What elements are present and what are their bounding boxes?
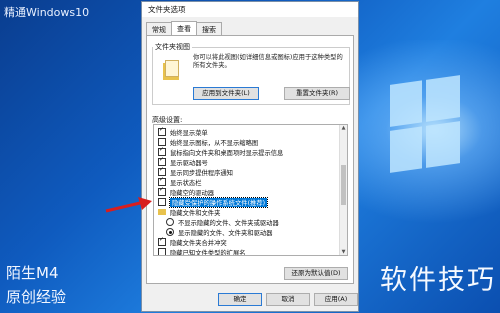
restore-defaults-button[interactable]: 还原为默认值(D) [284, 267, 348, 280]
setting-label: 隐藏空的驱动器 [170, 189, 215, 197]
setting-label: 显示同步提供程序通知 [170, 169, 233, 177]
setting-row[interactable]: 显示隐藏的文件、文件夹和驱动器 [166, 227, 272, 237]
setting-radio[interactable] [166, 228, 174, 236]
scroll-up-icon[interactable]: ▲ [340, 125, 347, 131]
setting-row[interactable]: 显示驱动器号 [158, 156, 208, 167]
dialog-title: 文件夹选项 [148, 5, 186, 14]
view-tab-panel: 你可以将此视图(如详细信息或图标)应用于这种类型的所有文件夹。 应用到文件夹(L… [146, 35, 354, 284]
setting-row[interactable]: 隐藏空的驱动器 [158, 186, 215, 197]
setting-label: 显示隐藏的文件、文件夹和驱动器 [178, 229, 273, 237]
setting-checkbox[interactable] [158, 198, 166, 206]
advanced-settings-scrollbar[interactable]: ▲ ▼ [339, 125, 347, 255]
ok-button[interactable]: 确定 [218, 293, 262, 306]
watermark-bottom-left-1: 陌生M4 [6, 264, 59, 282]
folder-views-title: 文件夹视图 [153, 42, 192, 52]
setting-checkbox[interactable] [158, 166, 166, 176]
watermark-bottom-left-2: 原创经验 [6, 288, 67, 306]
setting-row[interactable]: 显示状态栏 [158, 176, 202, 187]
dialog-title-bar[interactable]: 文件夹选项 [142, 2, 358, 17]
setting-label: 始终显示菜单 [170, 129, 208, 137]
setting-label: 鼠标指向文件夹和桌面项时显示提示信息 [170, 149, 284, 157]
setting-label: 隐藏受保护的操作系统文件(推荐) [168, 196, 269, 208]
scroll-thumb[interactable] [341, 165, 346, 205]
watermark-bottom-right: 软件技巧 [380, 265, 496, 296]
setting-checkbox[interactable] [158, 236, 166, 246]
setting-row[interactable]: 隐藏文件夹合并冲突 [158, 236, 227, 247]
folder-icon [158, 209, 166, 215]
reset-folders-button[interactable]: 重置文件夹(R) [284, 87, 350, 100]
setting-checkbox[interactable] [158, 176, 166, 186]
setting-row[interactable]: 隐藏文件和文件夹 [158, 207, 220, 217]
setting-label: 显示状态栏 [170, 179, 202, 187]
windows-logo-icon [390, 75, 460, 175]
setting-label: 隐藏已知文件类型的扩展名 [170, 249, 246, 256]
cancel-button[interactable]: 取消 [266, 293, 310, 306]
setting-checkbox[interactable] [158, 126, 166, 136]
setting-row[interactable]: 隐藏已知文件类型的扩展名 [158, 247, 246, 256]
setting-radio[interactable] [166, 218, 174, 226]
setting-checkbox[interactable] [158, 248, 166, 255]
red-arrow-icon [105, 197, 152, 213]
setting-checkbox[interactable] [158, 186, 166, 196]
setting-row[interactable]: 显示同步提供程序通知 [158, 166, 233, 177]
apply-to-folders-button[interactable]: 应用到文件夹(L) [193, 87, 259, 100]
scroll-down-icon[interactable]: ▼ [340, 249, 347, 255]
setting-label: 不显示隐藏的文件、文件夹或驱动器 [178, 219, 279, 227]
setting-row[interactable]: 隐藏受保护的操作系统文件(推荐) [158, 196, 269, 208]
watermark-top-left: 精通Windows10 [4, 6, 90, 19]
folder-views-group: 你可以将此视图(如详细信息或图标)应用于这种类型的所有文件夹。 应用到文件夹(L… [152, 47, 350, 105]
setting-label: 隐藏文件和文件夹 [170, 209, 221, 217]
setting-checkbox[interactable] [158, 138, 166, 146]
folder-views-description: 你可以将此视图(如详细信息或图标)应用于这种类型的所有文件夹。 [193, 54, 343, 69]
setting-row[interactable]: 鼠标指向文件夹和桌面项时显示提示信息 [158, 146, 284, 157]
folder-view-icon [163, 60, 179, 80]
setting-label: 显示驱动器号 [170, 159, 208, 167]
setting-label: 隐藏文件夹合并冲突 [170, 239, 227, 247]
folder-options-dialog: 文件夹选项 常规 查看 搜索 你可以将此视图(如详细信息或图标)应用于这种类型的… [141, 1, 359, 312]
setting-row[interactable]: 始终显示菜单 [158, 126, 208, 137]
setting-label: 始终显示图标，从不显示缩略图 [170, 139, 259, 147]
setting-checkbox[interactable] [158, 146, 166, 156]
advanced-settings-list[interactable]: 隐藏已知文件类型的扩展名隐藏文件夹合并冲突 显示隐藏的文件、文件夹和驱动器不显示隐… [153, 124, 348, 256]
setting-row[interactable]: 始终显示图标，从不显示缩略图 [158, 137, 258, 147]
apply-button[interactable]: 应用(A) [314, 293, 358, 306]
setting-checkbox[interactable] [158, 156, 166, 166]
setting-row[interactable]: 不显示隐藏的文件、文件夹或驱动器 [166, 217, 279, 227]
